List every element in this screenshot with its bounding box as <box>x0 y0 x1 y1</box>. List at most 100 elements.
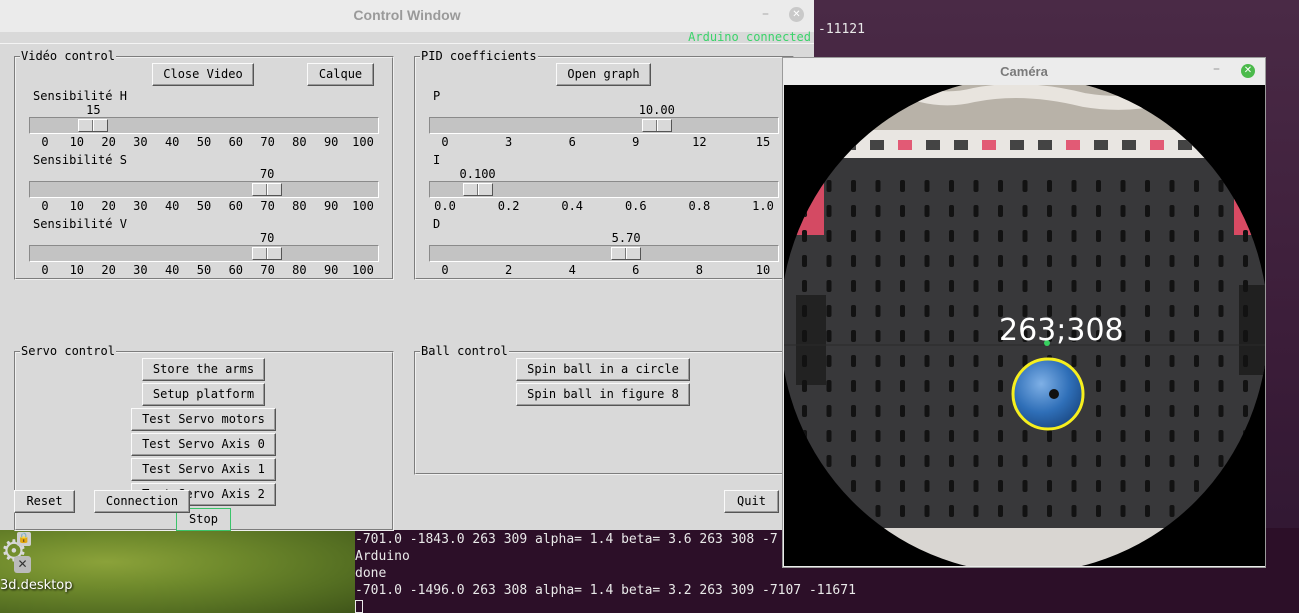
peg-hole <box>1145 380 1150 392</box>
rail-peg <box>926 140 940 150</box>
slider-trough[interactable] <box>429 181 779 198</box>
test-servo-axis-1-button[interactable]: Test Servo Axis 1 <box>131 458 276 481</box>
spin-circle-button[interactable]: Spin ball in a circle <box>516 358 690 381</box>
peg-hole <box>875 330 881 342</box>
peg-hole <box>1071 455 1077 467</box>
slider-thumb[interactable] <box>252 183 283 196</box>
frame-label: Ball control <box>420 344 509 358</box>
peg-hole <box>1169 380 1175 392</box>
peg-hole <box>998 380 1003 392</box>
slider-trough[interactable] <box>429 117 779 134</box>
title-bar[interactable]: Control Window – ✕ <box>0 0 814 32</box>
peg-hole <box>1145 480 1150 492</box>
peg-hole <box>1120 180 1126 192</box>
peg-hole <box>924 480 930 492</box>
close-video-button[interactable]: Close Video <box>152 63 254 86</box>
slider-tick: 8 <box>695 263 704 277</box>
reset-button[interactable]: Reset <box>14 490 75 513</box>
rail-peg <box>898 140 912 150</box>
peg-hole <box>1218 355 1224 367</box>
slider-tick: 0.0 <box>434 199 456 213</box>
window-title: Control Window <box>353 7 461 23</box>
peg-hole <box>900 330 905 342</box>
peg-hole <box>875 255 881 267</box>
peg-hole <box>1022 255 1028 267</box>
minimize-icon[interactable]: – <box>762 6 769 22</box>
peg-hole <box>1120 230 1126 242</box>
slider-thumb[interactable] <box>252 247 283 260</box>
slider-tick: 0 <box>441 263 449 277</box>
rail-peg <box>1150 140 1164 150</box>
peg-hole <box>1022 280 1028 292</box>
peg-hole <box>851 180 856 192</box>
frame-label: PID coefficients <box>420 49 538 63</box>
peg-hole <box>900 405 905 417</box>
peg-hole <box>1243 330 1248 342</box>
peg-hole <box>1218 280 1224 292</box>
divider <box>0 43 814 44</box>
spin-figure-8-button[interactable]: Spin ball in figure 8 <box>516 383 690 406</box>
peg-hole <box>1194 380 1199 392</box>
slider-trough[interactable] <box>29 181 379 198</box>
peg-hole <box>851 455 856 467</box>
slider-tick: 80 <box>292 263 307 277</box>
peg-hole <box>826 405 832 417</box>
slider-trough[interactable] <box>29 245 379 262</box>
peg-hole <box>1145 505 1150 517</box>
peg-hole <box>1194 355 1199 367</box>
peg-hole <box>973 230 979 242</box>
close-icon[interactable]: ✕ <box>14 556 31 573</box>
peg-hole <box>1218 180 1224 192</box>
rail-peg <box>1010 140 1024 150</box>
peg-hole <box>1194 230 1199 242</box>
setup-platform-button[interactable]: Setup platform <box>142 383 265 406</box>
peg-hole <box>851 255 856 267</box>
slider-tick: 2 <box>504 263 513 277</box>
close-icon[interactable]: ✕ <box>1241 64 1255 78</box>
peg-hole <box>1096 355 1101 367</box>
slider-trough[interactable] <box>429 245 779 262</box>
peg-hole <box>1218 305 1224 317</box>
slider-thumb[interactable] <box>78 119 109 132</box>
minimize-icon[interactable]: – <box>1213 61 1220 77</box>
peg-hole <box>826 180 832 192</box>
peg-hole <box>1169 405 1175 417</box>
slider-thumb[interactable] <box>641 119 672 132</box>
quit-button[interactable]: Quit <box>724 490 779 513</box>
slider-trough[interactable] <box>29 117 379 134</box>
desktop-icon-label[interactable]: 3d.desktop <box>0 578 73 593</box>
peg-hole <box>1169 480 1175 492</box>
peg-hole <box>802 305 807 317</box>
slider-thumb[interactable] <box>611 247 642 260</box>
slider-thumb[interactable] <box>462 183 493 196</box>
store-arms-button[interactable]: Store the arms <box>142 358 265 381</box>
peg-hole <box>1096 205 1101 217</box>
peg-hole <box>1145 205 1150 217</box>
connection-button[interactable]: Connection <box>94 490 190 513</box>
peg-hole <box>875 280 881 292</box>
peg-hole <box>1096 505 1101 517</box>
calque-button[interactable]: Calque <box>307 63 374 86</box>
open-graph-button[interactable]: Open graph <box>556 63 651 86</box>
peg-hole <box>1169 430 1175 442</box>
peg-hole <box>1047 455 1052 467</box>
close-icon[interactable]: ✕ <box>789 7 804 22</box>
peg-hole <box>826 455 832 467</box>
peg-hole <box>802 405 807 417</box>
peg-hole <box>1096 255 1101 267</box>
slider-tick: 12 <box>692 135 707 149</box>
peg-hole <box>1120 355 1126 367</box>
test-servo-axis-0-button[interactable]: Test Servo Axis 0 <box>131 433 276 456</box>
peg-hole <box>875 230 881 242</box>
window-title: Caméra <box>1000 64 1048 79</box>
rail-peg <box>982 140 996 150</box>
peg-hole <box>851 330 856 342</box>
peg-hole <box>1243 380 1248 392</box>
peg-hole <box>1071 505 1077 517</box>
peg-hole <box>875 380 881 392</box>
test-servo-motors-button[interactable]: Test Servo motors <box>131 408 276 431</box>
peg-hole <box>998 405 1003 417</box>
peg-hole <box>1169 505 1175 517</box>
peg-hole <box>1169 280 1175 292</box>
peg-hole <box>900 205 905 217</box>
